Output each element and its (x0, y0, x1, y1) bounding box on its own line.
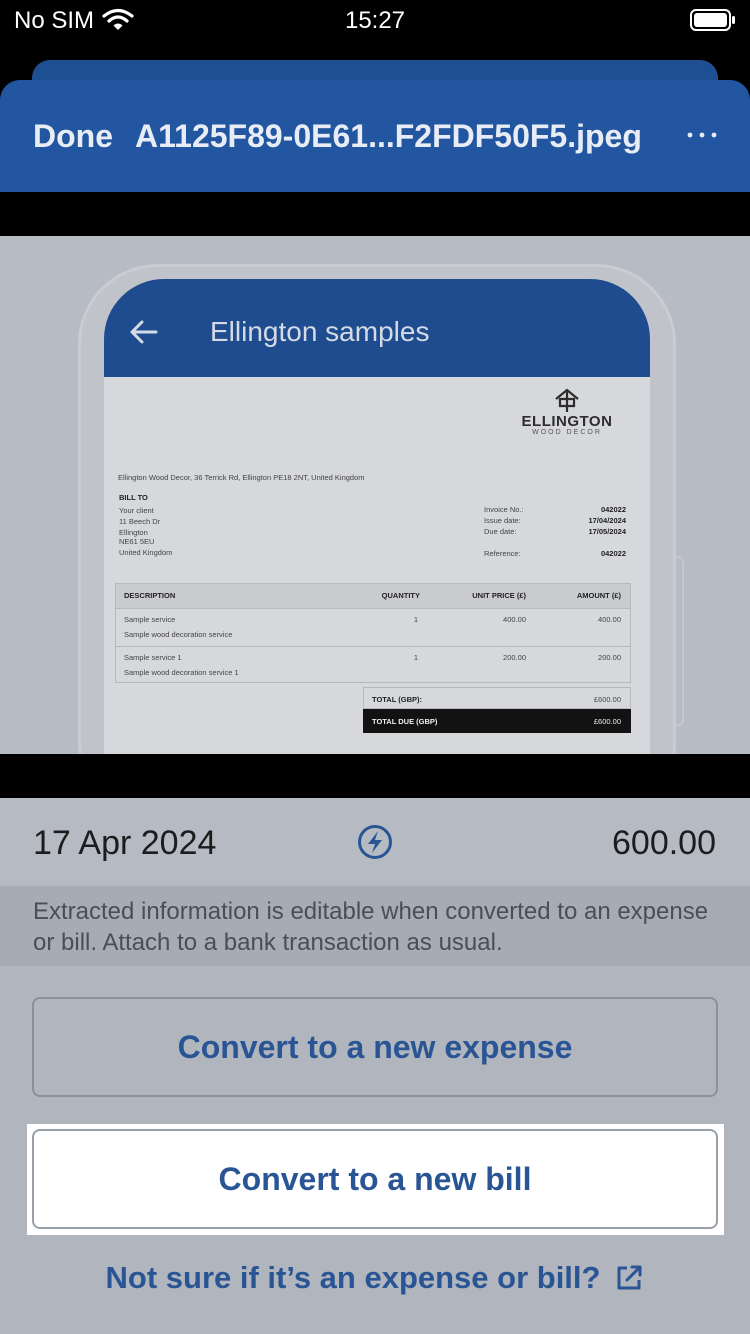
meta-value: 17/04/2024 (588, 516, 626, 525)
back-arrow-icon (130, 320, 158, 344)
extracted-date: 17 Apr 2024 (33, 824, 217, 862)
bill-to-line: United Kingdom (119, 548, 173, 557)
meta-value: 042022 (600, 505, 626, 514)
bill-to-line: Your client (119, 506, 154, 515)
logo-subtitle: WOOD DECOR (532, 429, 602, 436)
column-header: DESCRIPTION (124, 591, 176, 600)
item-quantity: 1 (413, 653, 418, 662)
done-button[interactable]: Done (33, 118, 113, 155)
bill-to-line: NE61 5EU (119, 537, 155, 546)
extracted-amount: 600.00 (612, 824, 716, 862)
item-unit-price: 200.00 (503, 653, 526, 662)
info-text: Extracted information is editable when c… (33, 898, 709, 956)
meta-value: 042022 (600, 549, 626, 558)
bill-to-label: BILL TO (119, 493, 148, 502)
meta-value: 17/05/2024 (588, 527, 626, 536)
status-bar: No SIM 15:27 (0, 0, 750, 40)
column-header: AMOUNT (£) (576, 591, 621, 600)
item-quantity: 1 (413, 615, 418, 624)
column-header: QUANTITY (381, 591, 420, 600)
bill-to-line: Ellington (119, 528, 148, 537)
total-due-label: TOTAL DUE (GBP) (372, 717, 438, 726)
total-value: £600.00 (593, 695, 621, 704)
meta-label: Reference: (484, 549, 521, 558)
item-unit-price: 400.00 (503, 615, 526, 624)
meta-label: Due date: (484, 527, 517, 536)
receipt-preview[interactable]: Ellington samples ELLINGTON WOOD DECOR E… (0, 236, 750, 754)
bill-to-line: 11 Beech Dr (119, 517, 161, 526)
item-name: Sample service 1 (124, 653, 182, 662)
item-amount: 400.00 (598, 615, 621, 624)
preview-top-border (0, 192, 750, 236)
expense-or-bill-help-link[interactable]: Not sure if it’s an expense or bill? (0, 1256, 750, 1300)
battery-icon (690, 9, 735, 31)
status-time: 15:27 (344, 7, 406, 34)
extraction-icon (358, 825, 392, 859)
file-name-title: A1125F89-0E61...F2FDF50F5.jpeg (135, 118, 642, 154)
meta-label: Issue date: (484, 516, 521, 525)
convert-to-expense-button[interactable]: Convert to a new expense (32, 997, 718, 1097)
item-description: Sample wood decoration service 1 (124, 668, 239, 677)
item-amount: 200.00 (598, 653, 621, 662)
sender-address: Ellington Wood Decor, 36 Terrick Rd, Ell… (118, 473, 365, 482)
item-name: Sample service (124, 615, 176, 624)
total-label: TOTAL (GBP): (372, 695, 422, 704)
more-options-icon[interactable] (684, 120, 720, 150)
table-divider (116, 646, 630, 647)
meta-label: Invoice No.: (484, 505, 524, 514)
logo-name: ELLINGTON (521, 413, 613, 430)
external-link-icon (617, 1265, 642, 1290)
column-header: UNIT PRICE (£) (472, 591, 526, 600)
ellington-logo-icon (555, 388, 579, 412)
preview-bottom-border (0, 754, 750, 798)
convert-to-bill-button[interactable]: Convert to a new bill (32, 1129, 718, 1229)
table-divider (116, 608, 630, 609)
phone-side-button (676, 556, 684, 726)
total-due-value: £600.00 (593, 717, 621, 726)
preview-app-title: Ellington samples (210, 316, 430, 347)
help-link-label: Not sure if it’s an expense or bill? (105, 1260, 601, 1295)
item-description: Sample wood decoration service (124, 630, 233, 639)
